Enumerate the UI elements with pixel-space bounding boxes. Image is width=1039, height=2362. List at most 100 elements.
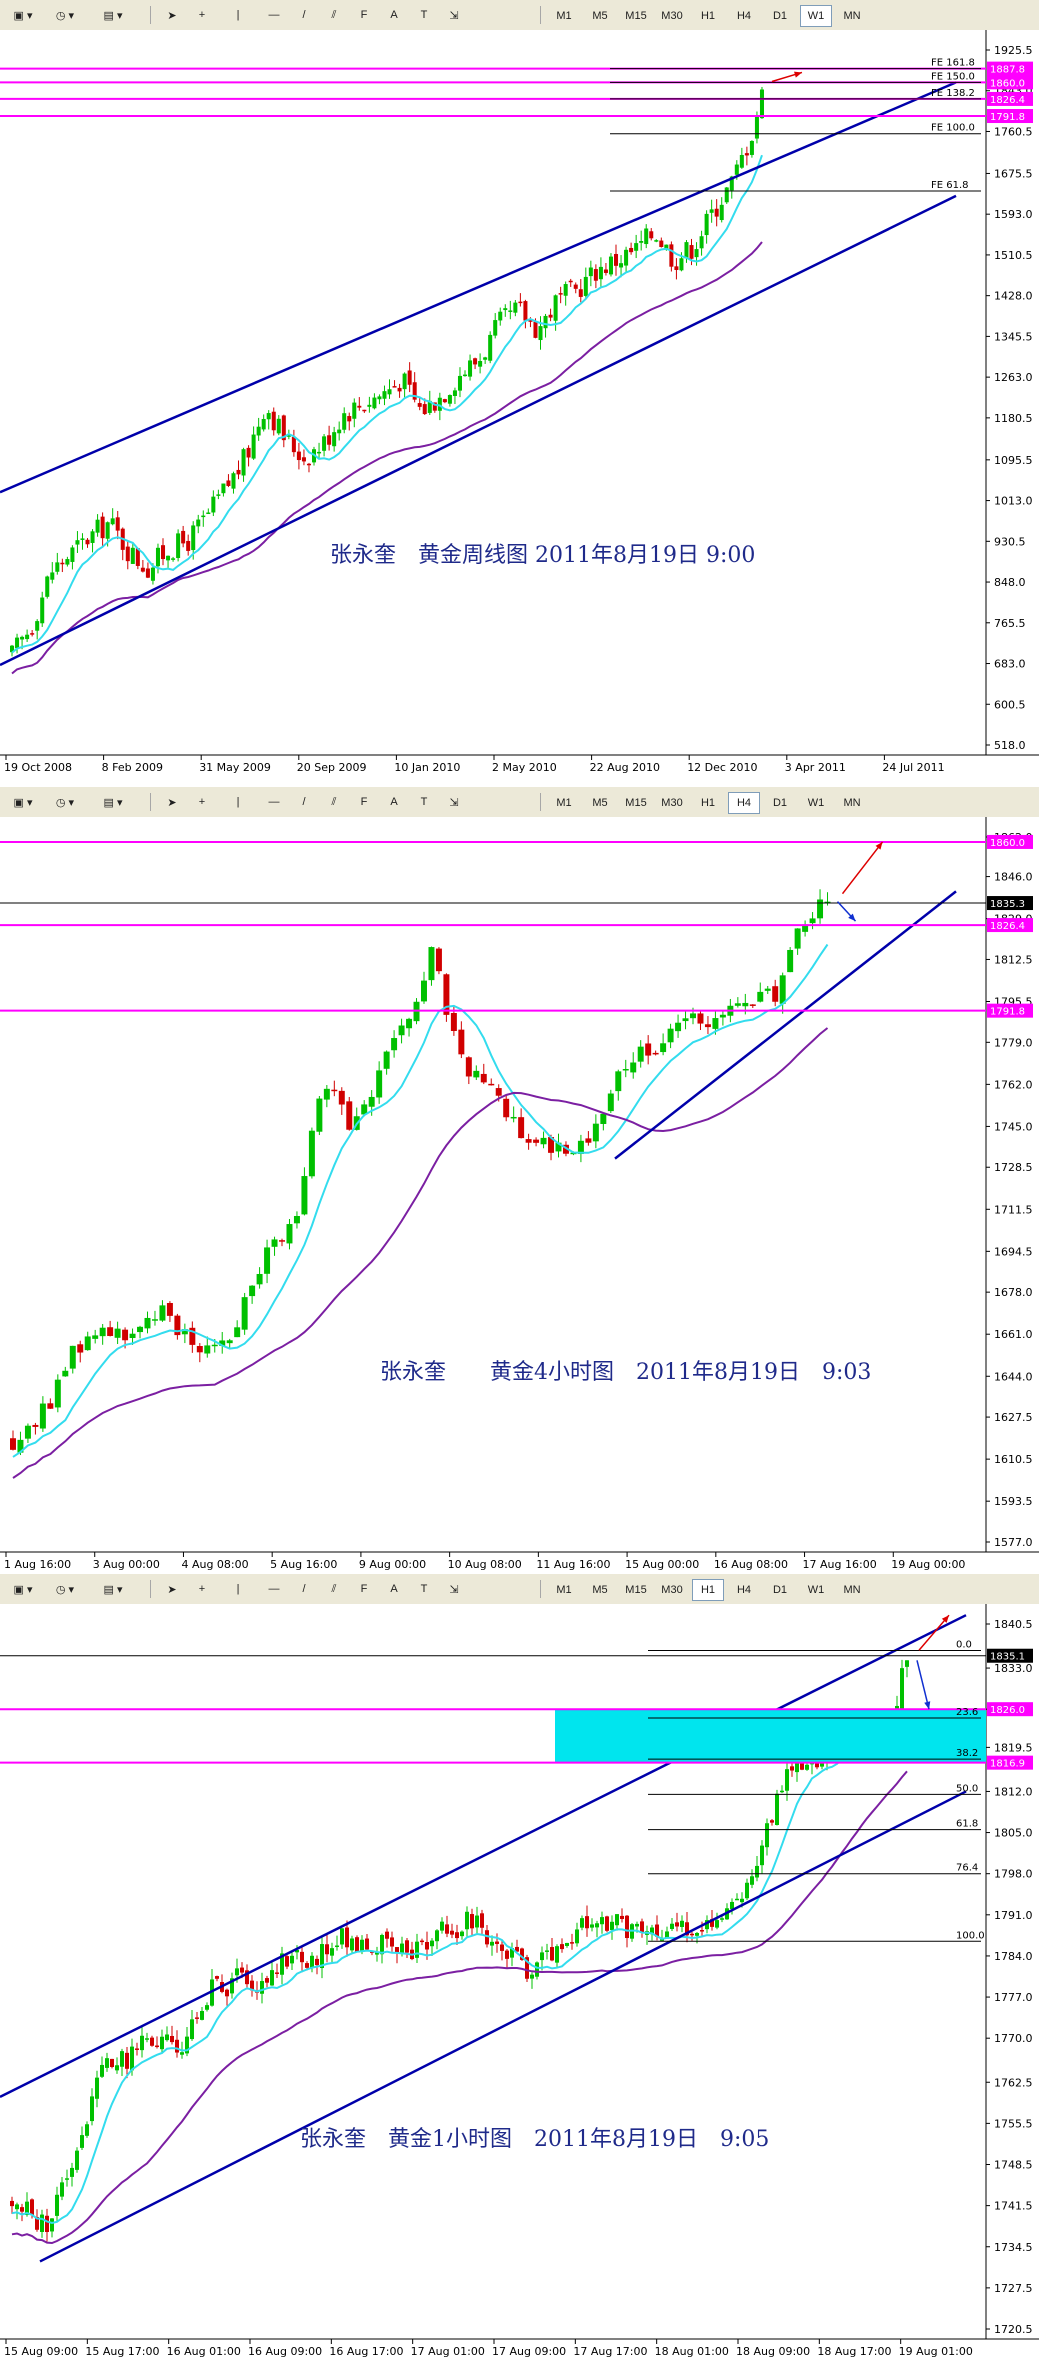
- horizontal-line-icon[interactable]: —: [262, 5, 286, 25]
- clock-icon[interactable]: ◷ ▾: [48, 5, 82, 25]
- timeframe-h4-button[interactable]: H4: [728, 5, 760, 27]
- candle-body: [285, 1956, 289, 1967]
- candle-body: [125, 546, 130, 562]
- candle-body: [720, 1918, 724, 1920]
- timeframe-m15-button[interactable]: M15: [620, 792, 652, 814]
- crosshair-icon[interactable]: +: [190, 1579, 214, 1599]
- timeframe-w1-button[interactable]: W1: [800, 1579, 832, 1601]
- candle-body: [780, 1790, 784, 1793]
- timeframe-h1-button[interactable]: H1: [692, 792, 724, 814]
- label-icon[interactable]: T: [412, 792, 436, 812]
- arrow-icon[interactable]: ➤: [160, 792, 184, 812]
- timeframe-m1-button[interactable]: M1: [548, 5, 580, 27]
- x-tick-label: 15 Aug 00:00: [625, 1558, 699, 1571]
- timeframe-m1-button[interactable]: M1: [548, 1579, 580, 1601]
- clock-icon[interactable]: ◷ ▾: [48, 1579, 82, 1599]
- timeframe-m30-button[interactable]: M30: [656, 5, 688, 27]
- candle-body: [730, 1901, 734, 1910]
- arrow-dropdown-icon[interactable]: ⇲: [442, 5, 466, 25]
- timeframe-mn-button[interactable]: MN: [836, 1579, 868, 1601]
- crosshair-icon[interactable]: +: [190, 5, 214, 25]
- candle-body: [518, 301, 523, 304]
- timeframe-h4-button[interactable]: H4: [728, 792, 760, 814]
- equidistant-channel-icon[interactable]: ⫽: [322, 5, 346, 25]
- fibonacci-icon[interactable]: F: [352, 1579, 376, 1599]
- trendline-icon[interactable]: /: [292, 792, 316, 812]
- timeframe-w1-button[interactable]: W1: [800, 5, 832, 27]
- timeframe-m5-button[interactable]: M5: [584, 792, 616, 814]
- timeframe-m15-button[interactable]: M15: [620, 1579, 652, 1601]
- new-chart-icon[interactable]: ▣ ▾: [6, 1579, 40, 1599]
- y-tick-label: 848.0: [994, 576, 1026, 589]
- timeframe-h1-button[interactable]: H1: [692, 1579, 724, 1601]
- chart-1h-svg[interactable]: 1840.5 1833.0 1826.0 1819.5 1812.0 1805.0 1798…: [0, 1604, 1039, 2362]
- timeframe-m15-button[interactable]: M15: [620, 5, 652, 27]
- candle-body: [77, 1344, 84, 1353]
- timeframe-m5-button[interactable]: M5: [584, 1579, 616, 1601]
- text-icon[interactable]: A: [382, 792, 406, 812]
- candle-body: [392, 386, 397, 388]
- timeframe-m1-button[interactable]: M1: [548, 792, 580, 814]
- candle-body: [614, 253, 619, 266]
- new-chart-icon[interactable]: ▣ ▾: [6, 5, 40, 25]
- chart-4h-svg[interactable]: 1862.01846.01829.01812.51795.51779.01762…: [0, 817, 1039, 1574]
- timeframe-d1-button[interactable]: D1: [764, 1579, 796, 1601]
- candle-body: [745, 1882, 749, 1899]
- y-tick-label: 1745.0: [994, 1120, 1033, 1133]
- candle-body: [490, 1941, 494, 1946]
- candle-body: [170, 2036, 174, 2043]
- timeframe-h4-button[interactable]: H4: [728, 1579, 760, 1601]
- timeframe-m5-button[interactable]: M5: [584, 5, 616, 27]
- arrow-icon[interactable]: ➤: [160, 5, 184, 25]
- text-icon[interactable]: A: [382, 5, 406, 25]
- candle-body: [480, 1913, 484, 1928]
- timeframe-m30-button[interactable]: M30: [656, 1579, 688, 1601]
- text-icon[interactable]: A: [382, 1579, 406, 1599]
- chart-weekly-svg[interactable]: 1925.51843.01760.51675.51593.01510.51428…: [0, 30, 1039, 787]
- candle-body: [205, 2005, 209, 2010]
- trendline-icon[interactable]: /: [292, 1579, 316, 1599]
- vertical-line-icon[interactable]: |: [226, 1579, 250, 1599]
- timeframe-h1-button[interactable]: H1: [692, 5, 724, 27]
- x-tick-label: 16 Aug 08:00: [714, 1558, 788, 1571]
- trendline-icon[interactable]: /: [292, 5, 316, 25]
- candle-body: [376, 1070, 383, 1098]
- timeframe-mn-button[interactable]: MN: [836, 5, 868, 27]
- vertical-line-icon[interactable]: |: [226, 792, 250, 812]
- vertical-line-icon[interactable]: |: [226, 5, 250, 25]
- fibonacci-icon[interactable]: F: [352, 792, 376, 812]
- label-icon[interactable]: T: [412, 1579, 436, 1599]
- crosshair-icon[interactable]: +: [190, 792, 214, 812]
- equidistant-channel-icon[interactable]: ⫽: [322, 1579, 346, 1599]
- candle-body: [234, 1327, 241, 1338]
- horizontal-line-icon[interactable]: —: [262, 1579, 286, 1599]
- horizontal-line-icon[interactable]: —: [262, 792, 286, 812]
- fibonacci-icon[interactable]: F: [352, 5, 376, 25]
- candle-body: [15, 637, 20, 649]
- candle-body: [734, 164, 739, 175]
- arrow-icon[interactable]: ➤: [160, 1579, 184, 1599]
- timeframe-d1-button[interactable]: D1: [764, 5, 796, 27]
- equidistant-channel-icon[interactable]: ⫽: [322, 792, 346, 812]
- candle-body: [266, 413, 271, 420]
- y-tick-label: 518.0: [994, 739, 1026, 752]
- candle-body: [667, 1028, 674, 1043]
- arrow-dropdown-icon[interactable]: ⇲: [442, 1579, 466, 1599]
- templates-icon[interactable]: ▤ ▾: [96, 792, 130, 812]
- timeframe-m30-button[interactable]: M30: [656, 792, 688, 814]
- templates-icon[interactable]: ▤ ▾: [96, 5, 130, 25]
- timeframe-mn-button[interactable]: MN: [836, 792, 868, 814]
- candle-body: [60, 562, 65, 565]
- label-icon[interactable]: T: [412, 5, 436, 25]
- candle-body: [402, 373, 407, 390]
- arrow-dropdown-icon[interactable]: ⇲: [442, 792, 466, 812]
- clock-icon[interactable]: ◷ ▾: [48, 792, 82, 812]
- timeframe-d1-button[interactable]: D1: [764, 792, 796, 814]
- templates-icon[interactable]: ▤ ▾: [96, 1579, 130, 1599]
- candle-body: [390, 1937, 394, 1947]
- candle-body: [368, 1096, 375, 1107]
- candle-body: [422, 404, 427, 415]
- new-chart-icon[interactable]: ▣ ▾: [6, 792, 40, 812]
- timeframe-w1-button[interactable]: W1: [800, 792, 832, 814]
- candle-body: [264, 1247, 271, 1274]
